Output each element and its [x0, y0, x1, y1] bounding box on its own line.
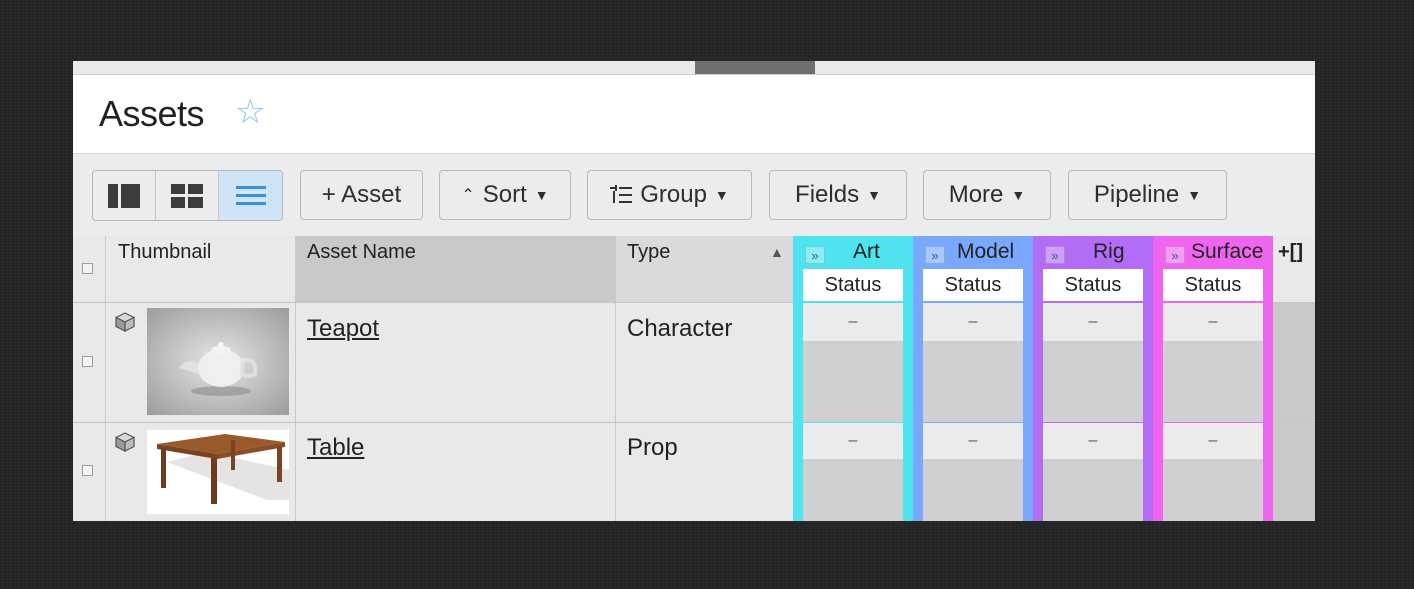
pipeline-column-rig: » Rig Status – – [1033, 236, 1153, 521]
status-cell[interactable]: – [923, 423, 1023, 459]
chevron-down-icon: ▼ [714, 187, 729, 203]
pipeline-column-art: » Art Status – – [793, 236, 913, 521]
asset-type-cell: Character [627, 315, 733, 342]
status-subheader[interactable]: Status [1163, 269, 1263, 301]
asset-type-cell: Prop [627, 434, 678, 461]
pipeline-step-name[interactable]: Rig [1093, 240, 1125, 266]
status-cell[interactable]: – [803, 423, 903, 459]
sort-icon: ⌃ [461, 187, 475, 204]
view-mode-group [92, 170, 283, 221]
status-cell[interactable]: – [1043, 423, 1143, 459]
pipeline-column-surface: » Surface Status – – [1153, 236, 1273, 521]
fields-button[interactable]: Fields ▼ [769, 170, 907, 220]
thumbnail-view-button[interactable] [156, 171, 219, 220]
asset-grid: Thumbnail Asset Name Type ▲ Teapot Chara… [73, 236, 1315, 521]
asset-name-column-header[interactable]: Asset Name [307, 241, 416, 264]
row-checkbox[interactable] [82, 356, 93, 367]
detail-view-icon [108, 183, 140, 208]
add-column-icon[interactable]: +[] [1278, 241, 1303, 264]
page-header: Assets ☆ [73, 74, 1315, 154]
column-divider [295, 236, 296, 521]
chevron-down-icon: ▼ [534, 187, 549, 203]
status-cell[interactable]: – [1163, 423, 1263, 459]
pipeline-step-name[interactable]: Art [853, 240, 880, 266]
asset-cube-icon [115, 312, 135, 332]
list-view-icon [235, 185, 266, 205]
chevron-down-icon: ▼ [1011, 187, 1026, 203]
more-label: More [948, 181, 1004, 208]
type-column-header[interactable]: Type [627, 241, 670, 264]
list-view-button[interactable] [219, 171, 282, 220]
expand-step-icon[interactable]: » [925, 246, 945, 264]
fields-label: Fields [795, 181, 860, 208]
chevron-down-icon: ▼ [1187, 187, 1202, 203]
status-cell-fill [1043, 341, 1143, 422]
expand-step-icon[interactable]: » [805, 246, 825, 264]
status-subheader[interactable]: Status [1043, 269, 1143, 301]
status-cell[interactable]: – [803, 303, 903, 341]
page-title: Assets [99, 93, 205, 134]
asset-name-link[interactable]: Teapot [307, 315, 379, 343]
resize-handle[interactable] [695, 61, 815, 74]
grid-view-icon [171, 183, 203, 208]
status-cell-fill [803, 459, 903, 521]
column-divider [615, 236, 616, 521]
sort-ascending-icon: ▲ [770, 244, 784, 260]
detail-view-button[interactable] [93, 171, 156, 220]
favorite-star-icon[interactable]: ☆ [235, 95, 265, 129]
toolbar: + Asset ⌃ Sort ▼ Group ▼ Fields ▼ More ▼… [73, 154, 1315, 236]
add-asset-button[interactable]: + Asset [300, 170, 423, 220]
group-button[interactable]: Group ▼ [587, 170, 752, 220]
sort-label: Sort [482, 181, 527, 208]
group-label: Group [640, 181, 707, 208]
assets-panel: Assets ☆ + Asset ⌃ Sort ▼ Group ▼ Fields… [73, 61, 1315, 521]
status-cell-fill [803, 341, 903, 422]
teapot-thumbnail[interactable] [147, 308, 289, 415]
asset-cube-icon [115, 432, 135, 452]
column-divider [105, 236, 106, 521]
row-checkbox[interactable] [82, 465, 93, 476]
table-thumbnail[interactable] [147, 430, 289, 514]
status-cell-fill [1163, 459, 1263, 521]
status-cell-fill [1043, 459, 1143, 521]
thumbnail-column-header[interactable]: Thumbnail [118, 241, 211, 264]
pipeline-step-name[interactable]: Model [957, 240, 1014, 266]
pipeline-button[interactable]: Pipeline ▼ [1068, 170, 1227, 220]
sort-button[interactable]: ⌃ Sort ▼ [439, 170, 571, 220]
expand-step-icon[interactable]: » [1165, 246, 1185, 264]
status-subheader[interactable]: Status [923, 269, 1023, 301]
status-cell-fill [923, 341, 1023, 422]
select-all-checkbox[interactable] [82, 263, 93, 274]
add-asset-label: + Asset [321, 181, 402, 208]
chevron-down-icon: ▼ [867, 187, 881, 203]
asset-name-link[interactable]: Table [307, 434, 364, 462]
status-cell[interactable]: – [923, 303, 1023, 341]
group-icon [610, 185, 633, 203]
extra-column-bg [1273, 302, 1315, 521]
more-button[interactable]: More ▼ [923, 170, 1051, 220]
pipeline-label: Pipeline [1093, 181, 1180, 208]
status-cell[interactable]: – [1163, 303, 1263, 341]
pipeline-column-model: » Model Status – – [913, 236, 1033, 521]
pipeline-step-name[interactable]: Surface [1191, 240, 1263, 266]
status-subheader[interactable]: Status [803, 269, 903, 301]
status-cell-fill [923, 459, 1023, 521]
expand-step-icon[interactable]: » [1045, 246, 1065, 264]
status-cell[interactable]: – [1043, 303, 1143, 341]
status-cell-fill [1163, 341, 1263, 422]
